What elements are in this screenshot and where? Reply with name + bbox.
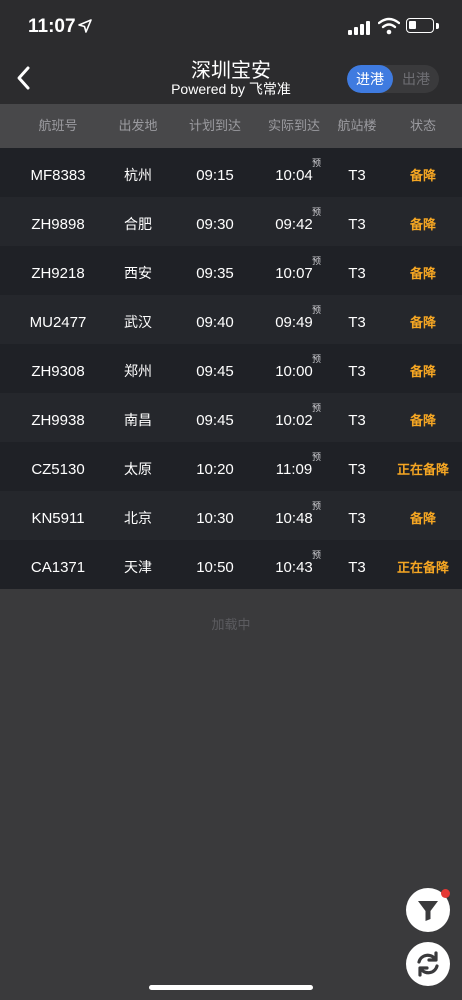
origin-city: 西安 <box>124 265 152 281</box>
origin-city: 郑州 <box>124 363 152 379</box>
tab-arrivals[interactable]: 进港 <box>347 65 393 93</box>
flight-number: MU2477 <box>29 314 87 331</box>
column-header-scheduled: 计划到达 <box>188 118 241 133</box>
scheduled-arrival: 09:45 <box>196 363 234 380</box>
flight-number: ZH9308 <box>31 363 85 380</box>
flight-number: CZ5130 <box>31 461 85 478</box>
flight-number: CA1371 <box>30 559 86 576</box>
scheduled-arrival: 09:30 <box>196 216 234 233</box>
scheduled-arrival: 10:20 <box>196 461 234 478</box>
refresh-button[interactable] <box>406 942 450 986</box>
terminal: T3 <box>348 314 366 331</box>
loading-text: 加载中 <box>211 617 251 632</box>
estimated-mark: 预 <box>312 207 322 217</box>
flight-number: ZH9218 <box>31 265 85 282</box>
terminal: T3 <box>348 216 366 233</box>
scheduled-arrival: 09:15 <box>196 167 234 184</box>
terminal: T3 <box>348 363 366 380</box>
estimated-mark: 预 <box>312 403 322 413</box>
origin-city: 北京 <box>124 510 152 526</box>
flight-status: 正在备降 <box>396 560 449 575</box>
origin-city: 太原 <box>124 461 152 477</box>
flight-row[interactable]: CZ5130 太原 10:20 11:09 T3 正在备降预 <box>0 442 462 491</box>
nav-header: 深圳宝安 Powered by 飞常准 进港 出港 <box>0 52 462 104</box>
column-header-terminal: 航站楼 <box>337 118 377 133</box>
flight-status: 备降 <box>409 266 436 281</box>
estimated-mark: 预 <box>312 501 322 511</box>
flight-number: MF8383 <box>30 167 86 184</box>
origin-city: 合肥 <box>124 216 152 232</box>
scheduled-arrival: 10:30 <box>196 510 234 527</box>
flight-board-screen: 11:07 深圳宝安 Powered by 飞常准 进港 出港 航班号 出发地 … <box>0 0 462 1000</box>
tab-departures[interactable]: 出港 <box>393 65 439 93</box>
flight-status: 备降 <box>409 168 436 183</box>
column-header-actual: 实际到达 <box>267 118 320 133</box>
flight-status: 正在备降 <box>396 462 449 477</box>
status-bar: 11:07 <box>0 0 462 52</box>
flight-status: 备降 <box>409 217 436 232</box>
flight-status: 备降 <box>409 315 436 330</box>
flight-list: MF8383 杭州 09:15 10:04 T3 备降预 ZH9898 合肥 09:30 09:4… <box>0 148 462 589</box>
scheduled-arrival: 10:50 <box>196 559 234 576</box>
column-header-status: 状态 <box>409 118 436 133</box>
terminal: T3 <box>348 559 366 576</box>
flight-row[interactable]: ZH9938 南昌 09:45 10:02 T3 备降预 <box>0 393 462 442</box>
origin-city: 武汉 <box>124 314 152 330</box>
terminal: T3 <box>348 167 366 184</box>
estimated-mark: 预 <box>312 256 322 266</box>
estimated-mark: 预 <box>312 158 322 168</box>
flight-number: ZH9898 <box>31 216 85 233</box>
battery-level-fill <box>409 21 416 29</box>
estimated-mark: 预 <box>312 354 322 364</box>
flight-status: 备降 <box>409 413 436 428</box>
flight-number: ZH9938 <box>31 412 85 429</box>
flight-status: 备降 <box>409 511 436 526</box>
refresh-icon <box>417 951 439 977</box>
origin-city: 杭州 <box>124 167 152 183</box>
scheduled-arrival: 09:40 <box>196 314 234 331</box>
location-arrow-icon <box>78 19 92 33</box>
flight-row[interactable]: KN5911 北京 10:30 10:48 T3 备降预 <box>0 491 462 540</box>
origin-city: 天津 <box>124 559 152 575</box>
origin-city: 南昌 <box>124 412 152 428</box>
terminal: T3 <box>348 461 366 478</box>
status-time: 11:07 <box>28 16 76 37</box>
terminal: T3 <box>348 265 366 282</box>
battery-icon <box>406 18 434 33</box>
terminal: T3 <box>348 412 366 429</box>
status-icons <box>348 17 444 37</box>
scheduled-arrival: 09:35 <box>196 265 234 282</box>
wifi-icon <box>378 17 400 35</box>
arrive-depart-toggle: 进港 出港 <box>347 65 439 93</box>
flight-row[interactable]: ZH9308 郑州 09:45 10:00 T3 备降预 <box>0 344 462 393</box>
column-header-origin: 出发地 <box>118 118 158 133</box>
column-header-flight: 航班号 <box>38 118 78 133</box>
terminal: T3 <box>348 510 366 527</box>
table-header: 航班号 出发地 计划到达 实际到达 航站楼 状态 <box>0 104 462 148</box>
estimated-mark: 预 <box>312 452 322 462</box>
home-indicator[interactable] <box>149 985 313 990</box>
notification-dot <box>441 889 450 898</box>
flight-row[interactable]: ZH9218 西安 09:35 10:07 T3 备降预 <box>0 246 462 295</box>
estimated-mark: 预 <box>312 305 322 315</box>
battery-tip <box>436 23 439 29</box>
flight-status: 备降 <box>409 364 436 379</box>
estimated-mark: 预 <box>312 550 322 560</box>
flight-row[interactable]: MF8383 杭州 09:15 10:04 T3 备降预 <box>0 148 462 197</box>
flight-row[interactable]: ZH9898 合肥 09:30 09:42 T3 备降预 <box>0 197 462 246</box>
flight-row[interactable]: MU2477 武汉 09:40 09:49 T3 备降预 <box>0 295 462 344</box>
flight-row[interactable]: CA1371 天津 10:50 10:43 T3 正在备降预 <box>0 540 462 589</box>
flight-number: KN5911 <box>31 510 85 527</box>
scheduled-arrival: 09:45 <box>196 412 234 429</box>
